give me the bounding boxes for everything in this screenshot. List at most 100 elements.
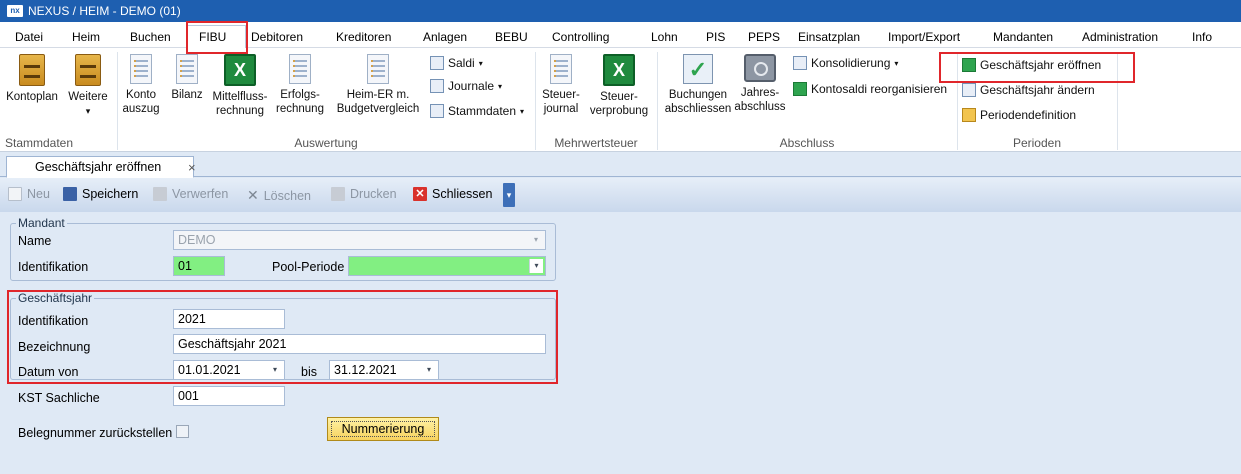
safe-icon — [744, 54, 776, 82]
verwerfen-button[interactable]: Verwerfen — [153, 187, 228, 201]
journale-button[interactable]: Journale ▾ — [430, 79, 502, 93]
chevron-down-icon: ▾ — [520, 106, 525, 116]
edit-icon — [962, 83, 976, 97]
menu-mandanten[interactable]: Mandanten — [993, 30, 1053, 44]
menu-info[interactable]: Info — [1192, 30, 1212, 44]
menu-peps[interactable]: PEPS — [748, 30, 780, 44]
schliessen-label: Schliessen — [432, 187, 493, 201]
cabinet-icon — [75, 54, 101, 86]
menu-datei[interactable]: Datei — [15, 30, 43, 44]
neu-button[interactable]: Neu — [8, 187, 50, 201]
kontoauszug-button[interactable]: Konto auszug — [118, 54, 164, 116]
list-icon — [430, 56, 444, 70]
jahresabschluss-button[interactable]: Jahres- abschluss — [734, 54, 786, 114]
calendar-icon — [962, 108, 976, 122]
menu-einsatzplan[interactable]: Einsatzplan — [798, 30, 860, 44]
konsolidierung-button[interactable]: Konsolidierung ▾ — [793, 56, 898, 70]
konsolidierung-label: Konsolidierung — [811, 56, 891, 70]
loeschen-label: Löschen — [263, 188, 311, 203]
mittelfluss-button[interactable]: X Mittelfluss- rechnung — [206, 54, 274, 118]
menu-bebu[interactable]: BEBU — [495, 30, 528, 44]
jahres-label-1: Jahres- — [740, 87, 780, 99]
name-field[interactable]: DEMO ▾ — [173, 230, 546, 250]
menu-pis[interactable]: PIS — [706, 30, 725, 44]
kst-sachliche-field[interactable]: 001 — [173, 386, 285, 406]
highlight-geschaeftsjahr-group — [7, 290, 558, 384]
menu-debitoren[interactable]: Debitoren — [251, 30, 303, 44]
menu-buchen[interactable]: Buchen — [130, 30, 171, 44]
close-icon[interactable]: × — [188, 160, 196, 175]
kontoplan-button[interactable]: Kontoplan — [4, 54, 60, 104]
chevron-down-icon: ▾ — [85, 106, 91, 116]
belegnummer-checkbox[interactable] — [176, 425, 189, 438]
neu-label: Neu — [27, 187, 50, 201]
toolbar-overflow-button[interactable]: ▾ — [503, 183, 515, 207]
tab-geschaeftsjahr-eroeffnen[interactable]: Geschäftsjahr eröffnen × — [6, 156, 196, 178]
kontosaldi-reorganisieren-button[interactable]: Kontosaldi reorganisieren — [793, 82, 947, 96]
speichern-label: Speichern — [82, 187, 139, 201]
geschaeftsjahr-aendern-button[interactable]: Geschäftsjahr ändern — [962, 83, 1095, 97]
report-icon — [130, 54, 152, 84]
save-icon — [63, 187, 77, 201]
saldi-button[interactable]: Saldi ▾ — [430, 56, 483, 70]
group-label-stammdaten: Stammdaten — [5, 136, 74, 150]
menu-kreditoren[interactable]: Kreditoren — [336, 30, 391, 44]
delete-x-icon: ✕ — [247, 187, 259, 203]
print-icon — [331, 187, 345, 201]
steuerjournal-label-1: Steuer- — [542, 89, 580, 101]
name-label: Name — [18, 234, 52, 248]
buchungen-label-2: abschliessen — [664, 103, 732, 115]
menu-anlagen[interactable]: Anlagen — [423, 30, 467, 44]
schliessen-button[interactable]: ✕ Schliessen — [413, 187, 492, 201]
chevron-down-icon: ▾ — [498, 81, 503, 91]
menu-heim[interactable]: Heim — [72, 30, 100, 44]
menu-administration[interactable]: Administration — [1082, 30, 1158, 44]
heim-label-2: Budgetvergleich — [336, 103, 420, 115]
steuerverprobung-button[interactable]: X Steuer- verprobung — [584, 54, 654, 118]
erfolgsrechnung-button[interactable]: Erfolgs- rechnung — [272, 54, 328, 116]
menu-lohn[interactable]: Lohn — [651, 30, 678, 44]
erfolgs-label-1: Erfolgs- — [280, 89, 320, 101]
menu-controlling[interactable]: Controlling — [552, 30, 609, 44]
journale-label: Journale — [448, 79, 495, 93]
menu-import-export[interactable]: Import/Export — [888, 30, 960, 44]
bilanz-label: Bilanz — [171, 89, 203, 101]
mandant-identifikation-field[interactable]: 01 — [173, 256, 225, 276]
chevron-down-icon[interactable]: ▾ — [529, 259, 543, 273]
mandant-group-title: Mandant — [16, 216, 67, 230]
speichern-button[interactable]: Speichern — [63, 187, 138, 201]
weitere-button[interactable]: Weitere ▾ — [64, 54, 112, 118]
stammdaten-label: Stammdaten — [448, 104, 517, 118]
chevron-down-icon: ▾ — [894, 58, 899, 68]
definition-label: Periodendefinition — [980, 108, 1077, 122]
verwerfen-label: Verwerfen — [172, 187, 229, 201]
kontosaldi-label: Kontosaldi reorganisieren — [811, 82, 948, 96]
periodendefinition-button[interactable]: Periodendefinition — [962, 108, 1076, 122]
buchungen-abschliessen-button[interactable]: ✓ Buchungen abschliessen — [660, 54, 736, 116]
stammdaten-dropdown-button[interactable]: Stammdaten ▾ — [430, 104, 524, 118]
report-icon — [550, 54, 572, 84]
belegnummer-label: Belegnummer zurückstellen — [18, 426, 173, 440]
list-icon — [430, 79, 444, 93]
group-label-mehrwertsteuer: Mehrwertsteuer — [554, 136, 638, 150]
heim-er-budget-button[interactable]: Heim-ER m. Budgetvergleich — [332, 54, 424, 116]
report-icon — [367, 54, 389, 84]
name-value: DEMO — [178, 233, 216, 247]
pool-periode-field[interactable]: ▾ — [348, 256, 546, 276]
app-logo-icon: nx — [7, 5, 23, 17]
drucken-button[interactable]: Drucken — [331, 187, 397, 201]
new-document-icon — [8, 187, 22, 201]
steuerjournal-label-2: journal — [543, 103, 579, 115]
steuerjournal-button[interactable]: Steuer- journal — [538, 54, 584, 116]
report-icon — [289, 54, 311, 84]
group-label-abschluss: Abschluss — [779, 136, 835, 150]
bilanz-button[interactable]: Bilanz — [166, 54, 208, 102]
kontoauszug-label-2: auszug — [122, 103, 160, 115]
list-icon — [430, 104, 444, 118]
steuerverprobung-label-2: verprobung — [589, 105, 649, 117]
kontoplan-label: Kontoplan — [6, 91, 58, 103]
loeschen-button[interactable]: ✕ Löschen — [247, 187, 311, 204]
nummerierung-button[interactable]: Nummerierung — [327, 417, 439, 441]
group-label-perioden: Perioden — [1012, 136, 1062, 150]
drucken-label: Drucken — [350, 187, 397, 201]
